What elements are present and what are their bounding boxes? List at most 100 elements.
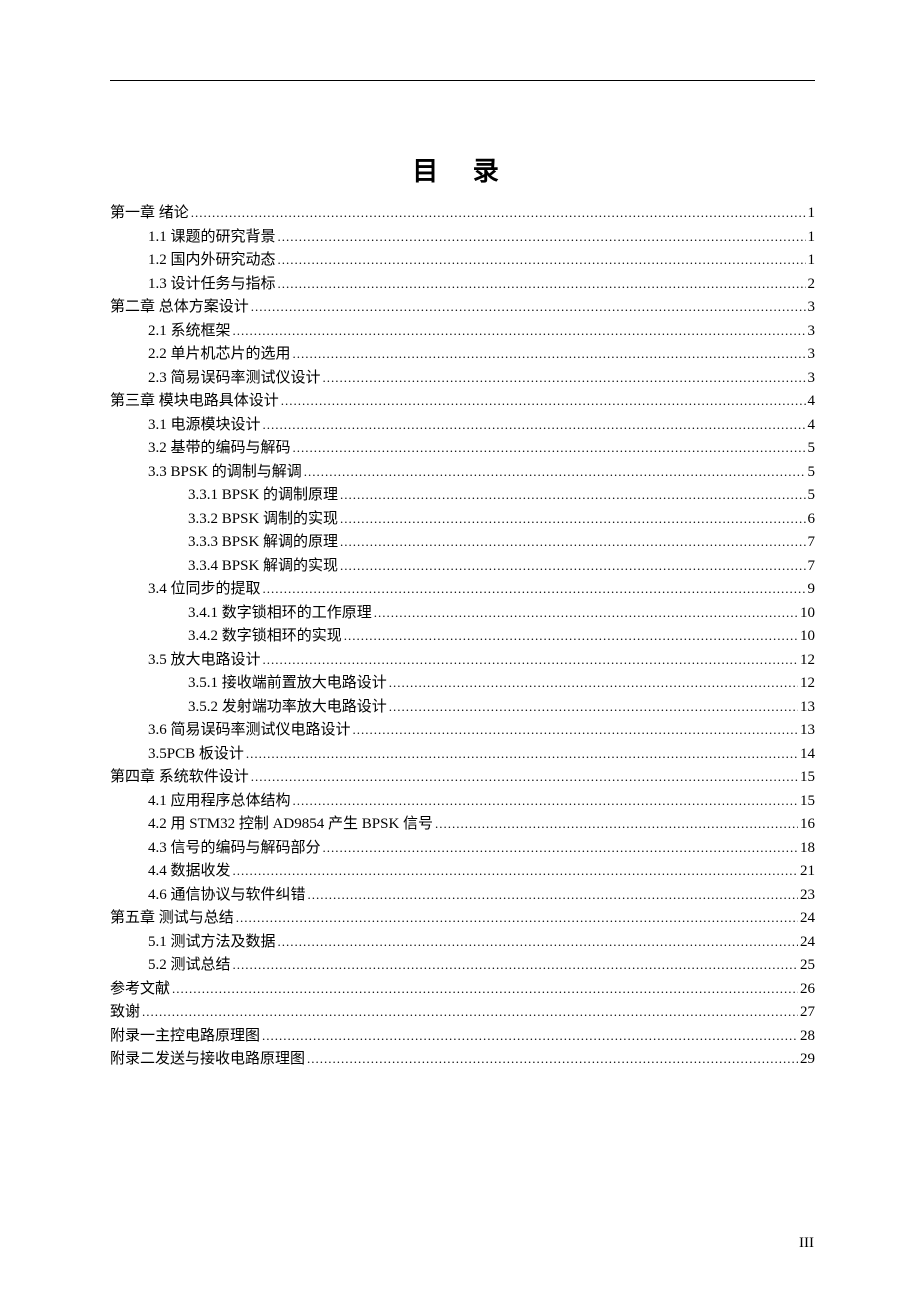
toc-entry-page: 1	[808, 230, 816, 245]
toc-leader-dots	[262, 1029, 798, 1044]
toc-leader-dots	[323, 371, 806, 386]
toc-entry[interactable]: 附录一主控电路原理图28	[110, 1029, 815, 1044]
toc-entry-page: 5	[808, 441, 816, 456]
toc-leader-dots	[340, 512, 805, 527]
toc-entry[interactable]: 致谢27	[110, 1005, 815, 1020]
toc-entry-label: 第四章 系统软件设计	[110, 770, 249, 785]
toc-entry[interactable]: 3.3.2 BPSK 调制的实现6	[110, 512, 815, 527]
toc-entry[interactable]: 附录二发送与接收电路原理图29	[110, 1052, 815, 1067]
toc-entry-page: 3	[808, 300, 816, 315]
toc-entry-page: 21	[800, 864, 815, 879]
toc-entry-label: 4.6 通信协议与软件纠错	[148, 888, 306, 903]
toc-entry-label: 第一章 绪论	[110, 206, 189, 221]
toc-title: 目 录	[110, 151, 815, 188]
toc-entry-label: 3.3.1 BPSK 的调制原理	[188, 488, 338, 503]
toc-entry-label: 3.5PCB 板设计	[148, 747, 244, 762]
toc-entry-page: 3	[808, 371, 816, 386]
toc-entry-label: 第三章 模块电路具体设计	[110, 394, 279, 409]
toc-entry-page: 2	[808, 277, 816, 292]
toc-entry[interactable]: 第一章 绪论 1	[110, 206, 815, 221]
toc-entry-page: 23	[800, 888, 815, 903]
toc-entry[interactable]: 3.2 基带的编码与解码5	[110, 441, 815, 456]
toc-entry-label: 3.3 BPSK 的调制与解调	[148, 465, 302, 480]
toc-entry[interactable]: 3.5.2 发射端功率放大电路设计 13	[110, 700, 815, 715]
toc-entry[interactable]: 1.3 设计任务与指标2	[110, 277, 815, 292]
toc-entry[interactable]: 参考文献26	[110, 982, 815, 997]
toc-entry-label: 3.5.1 接收端前置放大电路设计	[188, 676, 387, 691]
table-of-contents: 第一章 绪论11.1 课题的研究背景11.2 国内外研究动态11.3 设计任务与…	[110, 206, 815, 1067]
toc-entry[interactable]: 4.2 用 STM32 控制 AD9854 产生 BPSK 信号16	[110, 817, 815, 832]
toc-entry[interactable]: 第四章 系统软件设计15	[110, 770, 815, 785]
toc-leader-dots	[435, 817, 798, 832]
toc-entry[interactable]: 3.4.1 数字锁相环的工作原理10	[110, 606, 815, 621]
toc-entry[interactable]: 第二章 总体方案设计3	[110, 300, 815, 315]
toc-leader-dots	[374, 606, 798, 621]
toc-entry[interactable]: 4.3 信号的编码与解码部分18	[110, 841, 815, 856]
toc-entry[interactable]: 4.4 数据收发 21	[110, 864, 815, 879]
toc-entry[interactable]: 第五章 测试与总结24	[110, 911, 815, 926]
toc-entry[interactable]: 2.2 单片机芯片的选用3	[110, 347, 815, 362]
toc-entry[interactable]: 2.3 简易误码率测试仪设计3	[110, 371, 815, 386]
toc-entry-page: 7	[808, 559, 816, 574]
toc-entry-page: 4	[808, 394, 816, 409]
toc-entry-page: 9	[808, 582, 816, 597]
toc-entry[interactable]: 5.1 测试方法及数据24	[110, 935, 815, 950]
toc-entry-page: 18	[800, 841, 815, 856]
toc-entry-page: 3	[808, 324, 816, 339]
toc-leader-dots	[304, 465, 806, 480]
toc-entry[interactable]: 3.3.4 BPSK 解调的实现7	[110, 559, 815, 574]
toc-leader-dots	[389, 676, 798, 691]
toc-entry-label: 致谢	[110, 1005, 140, 1020]
toc-entry[interactable]: 5.2 测试总结25	[110, 958, 815, 973]
toc-entry-label: 3.5.2 发射端功率放大电路设计	[188, 700, 387, 715]
toc-entry-page: 1	[808, 206, 816, 221]
toc-entry[interactable]: 3.1 电源模块设计4	[110, 418, 815, 433]
toc-entry-page: 5	[808, 488, 816, 503]
toc-entry-label: 3.4.1 数字锁相环的工作原理	[188, 606, 372, 621]
toc-entry-label: 参考文献	[110, 982, 170, 997]
toc-entry-label: 4.4 数据收发	[148, 864, 231, 879]
toc-entry-page: 25	[800, 958, 815, 973]
toc-entry[interactable]: 1.2 国内外研究动态1	[110, 253, 815, 268]
toc-leader-dots	[344, 629, 798, 644]
toc-entry[interactable]: 3.5 放大电路设计12	[110, 653, 815, 668]
toc-leader-dots	[293, 441, 806, 456]
toc-entry-page: 24	[800, 911, 815, 926]
toc-leader-dots	[293, 794, 798, 809]
toc-entry[interactable]: 3.6 简易误码率测试仪电路设计13	[110, 723, 815, 738]
toc-entry[interactable]: 第三章 模块电路具体设计 4	[110, 394, 815, 409]
toc-entry[interactable]: 3.3.3 BPSK 解调的原理7	[110, 535, 815, 550]
toc-entry-page: 13	[800, 723, 815, 738]
toc-entry-page: 12	[800, 676, 815, 691]
toc-entry[interactable]: 2.1 系统框架 3	[110, 324, 815, 339]
toc-entry[interactable]: 1.1 课题的研究背景1	[110, 230, 815, 245]
toc-entry-label: 4.1 应用程序总体结构	[148, 794, 291, 809]
toc-entry-page: 6	[808, 512, 816, 527]
toc-entry[interactable]: 4.6 通信协议与软件纠错 23	[110, 888, 815, 903]
toc-entry-page: 4	[808, 418, 816, 433]
toc-leader-dots	[293, 347, 806, 362]
toc-leader-dots	[251, 770, 798, 785]
toc-leader-dots	[263, 582, 806, 597]
toc-leader-dots	[278, 253, 806, 268]
toc-entry-page: 12	[800, 653, 815, 668]
toc-leader-dots	[233, 324, 806, 339]
toc-entry[interactable]: 3.3 BPSK 的调制与解调5	[110, 465, 815, 480]
toc-entry-label: 2.1 系统框架	[148, 324, 231, 339]
toc-entry[interactable]: 3.4.2 数字锁相环的实现10	[110, 629, 815, 644]
toc-entry[interactable]: 3.5.1 接收端前置放大电路设计 12	[110, 676, 815, 691]
toc-entry-label: 3.4.2 数字锁相环的实现	[188, 629, 342, 644]
toc-entry-label: 3.3.3 BPSK 解调的原理	[188, 535, 338, 550]
toc-leader-dots	[353, 723, 798, 738]
toc-entry[interactable]: 3.3.1 BPSK 的调制原理 5	[110, 488, 815, 503]
toc-leader-dots	[278, 230, 806, 245]
toc-entry[interactable]: 4.1 应用程序总体结构15	[110, 794, 815, 809]
toc-leader-dots	[340, 559, 805, 574]
toc-leader-dots	[323, 841, 798, 856]
toc-entry[interactable]: 3.4 位同步的提取9	[110, 582, 815, 597]
page-number: III	[799, 1235, 814, 1252]
toc-leader-dots	[281, 394, 806, 409]
toc-entry-page: 13	[800, 700, 815, 715]
toc-entry[interactable]: 3.5PCB 板设计14	[110, 747, 815, 762]
document-page: 目 录 第一章 绪论11.1 课题的研究背景11.2 国内外研究动态11.3 设…	[0, 0, 920, 1067]
